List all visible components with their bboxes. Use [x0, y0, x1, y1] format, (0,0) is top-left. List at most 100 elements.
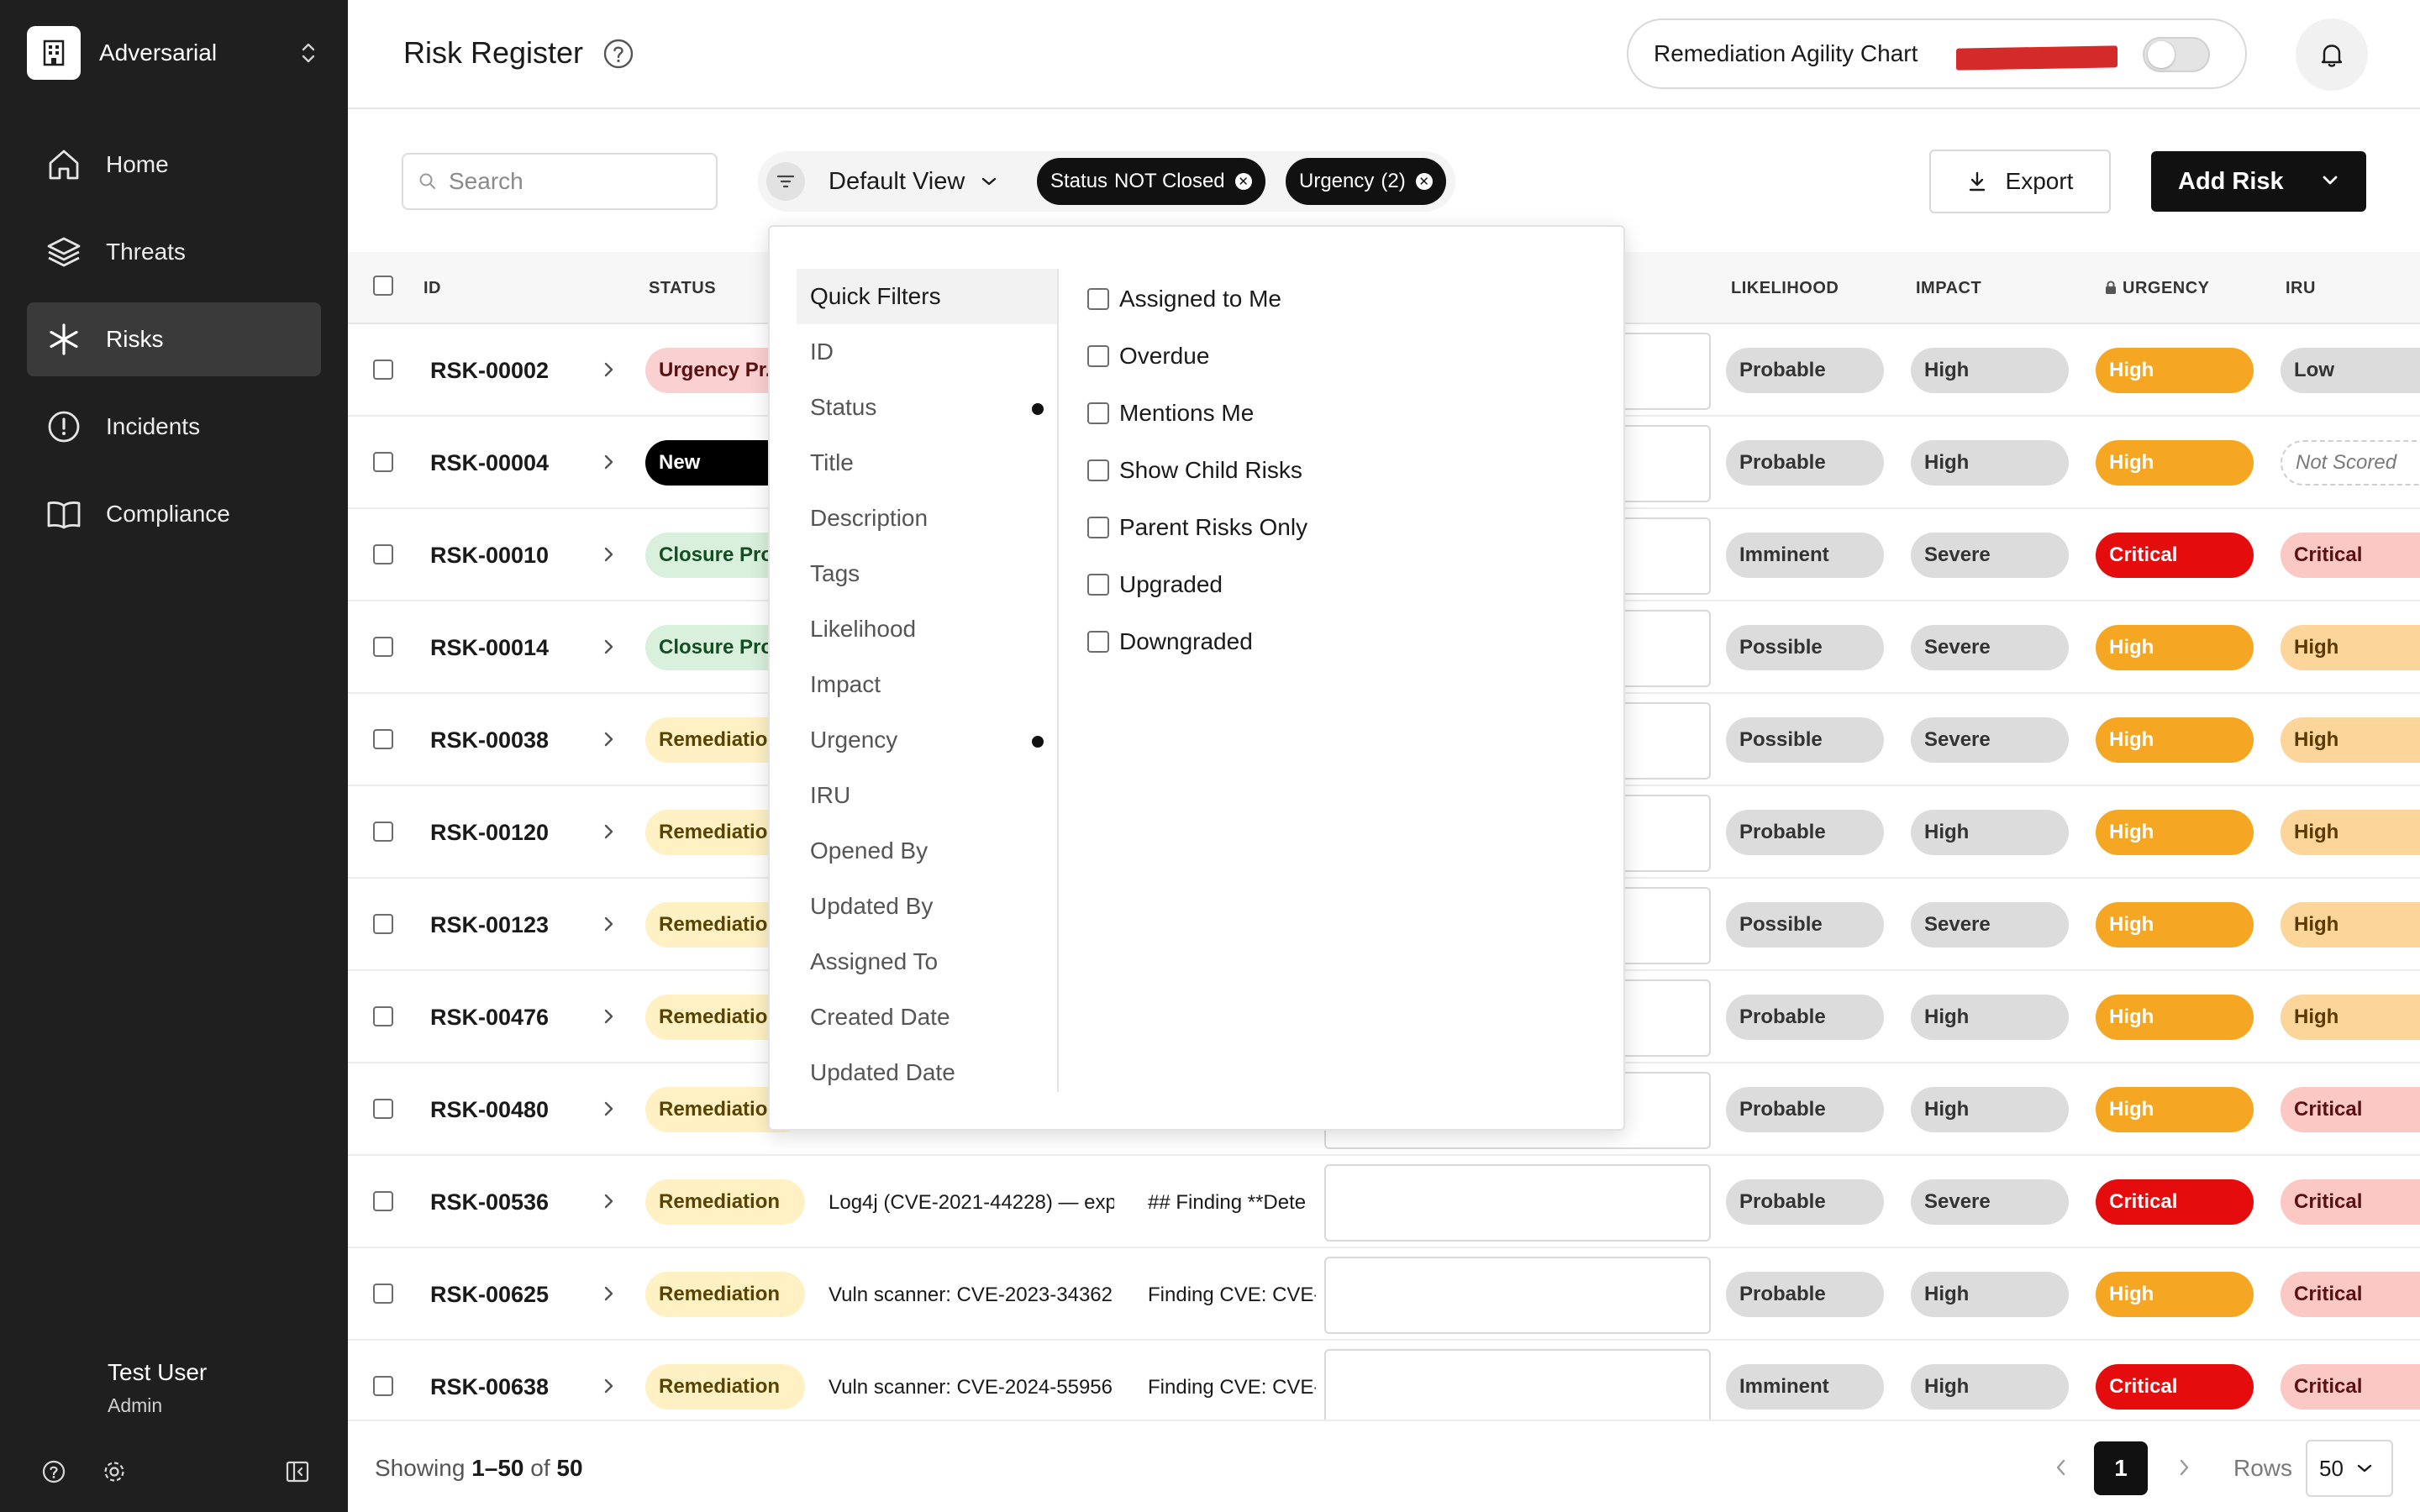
row-checkbox[interactable] [373, 822, 393, 842]
search-box[interactable] [402, 153, 718, 210]
table-row[interactable]: RSK-00536 Remediation Log4j (CVE-2021-4422… [348, 1156, 2420, 1248]
add-risk-button[interactable]: Add Risk [2151, 151, 2366, 212]
filter-chip-status[interactable]: Status NOT Closed ✕ [1037, 158, 1265, 205]
risk-id[interactable]: RSK-00638 [430, 1374, 549, 1400]
filter-category-urgency[interactable]: Urgency [797, 712, 1057, 768]
row-checkbox[interactable] [373, 1376, 393, 1396]
chevron-down-icon[interactable] [2319, 170, 2341, 192]
column-header-id[interactable]: ID [424, 279, 441, 298]
risk-id[interactable]: RSK-00014 [430, 635, 549, 661]
risk-title[interactable]: Log4j (CVE-2021-44228) — expl [829, 1191, 1114, 1215]
row-input-cell[interactable] [1324, 1164, 1711, 1242]
risk-id[interactable]: RSK-00038 [430, 727, 549, 753]
filter-category-tags[interactable]: Tags [797, 546, 1057, 601]
user-profile[interactable]: Test User Admin [108, 1359, 207, 1417]
filter-category-assigned-to[interactable]: Assigned To [797, 934, 1057, 990]
quick-filter-mentions-me[interactable]: Mentions Me [1087, 385, 1307, 442]
checkbox[interactable] [1087, 345, 1109, 367]
column-header-status[interactable]: STATUS [649, 279, 716, 298]
column-header-impact[interactable]: IMPACT [1916, 279, 1981, 298]
help-circle-icon[interactable] [37, 1455, 71, 1488]
filter-category-quick-filters[interactable]: Quick Filters [797, 269, 1057, 324]
filter-category-iru[interactable]: IRU [797, 768, 1057, 823]
filter-category-updated-by[interactable]: Updated By [797, 879, 1057, 934]
sidebar-item-threats[interactable]: Threats [27, 215, 321, 289]
filter-category-impact[interactable]: Impact [797, 657, 1057, 712]
gear-icon[interactable] [97, 1455, 131, 1488]
quick-filter-overdue[interactable]: Overdue [1087, 328, 1307, 385]
page-button-current[interactable]: 1 [2094, 1441, 2148, 1495]
row-checkbox[interactable] [373, 729, 393, 749]
filter-category-status[interactable]: Status [797, 380, 1057, 435]
close-icon[interactable]: ✕ [1234, 173, 1252, 190]
chevron-right-icon[interactable] [600, 912, 617, 940]
select-all-checkbox[interactable] [373, 276, 393, 296]
quick-filter-assigned-to-me[interactable]: Assigned to Me [1087, 270, 1307, 328]
chevron-right-icon[interactable] [2173, 1453, 2195, 1486]
filter-category-title[interactable]: Title [797, 435, 1057, 491]
filter-category-updated-date[interactable]: Updated Date [797, 1045, 1057, 1100]
risk-id[interactable]: RSK-00123 [430, 912, 549, 938]
risk-id[interactable]: RSK-00625 [430, 1282, 549, 1308]
risk-id[interactable]: RSK-00002 [430, 358, 549, 384]
filter-category-opened-by[interactable]: Opened By [797, 823, 1057, 879]
chevron-right-icon[interactable] [600, 1282, 617, 1310]
notifications-button[interactable] [2296, 18, 2368, 91]
export-button[interactable]: Export [1929, 150, 2111, 213]
risk-title[interactable]: Vuln scanner: CVE-2023-34362 [829, 1284, 1114, 1307]
chevron-right-icon[interactable] [600, 358, 617, 386]
sidebar-item-home[interactable]: Home [27, 128, 321, 202]
chevron-right-icon[interactable] [600, 1005, 617, 1032]
risk-id[interactable]: RSK-00536 [430, 1189, 549, 1215]
chevron-right-icon[interactable] [600, 543, 617, 570]
row-checkbox[interactable] [373, 637, 393, 657]
risk-id[interactable]: RSK-00476 [430, 1005, 549, 1031]
checkbox[interactable] [1087, 574, 1109, 596]
checkbox[interactable] [1087, 459, 1109, 481]
row-checkbox[interactable] [373, 1191, 393, 1211]
quick-filter-downgraded[interactable]: Downgraded [1087, 613, 1307, 670]
filter-category-description[interactable]: Description [797, 491, 1057, 546]
chevron-right-icon[interactable] [600, 1189, 617, 1217]
row-checkbox[interactable] [373, 914, 393, 934]
search-input[interactable] [449, 168, 701, 195]
rows-per-page-select[interactable]: 50 [2306, 1440, 2393, 1497]
sidebar-item-incidents[interactable]: Incidents [27, 390, 321, 464]
sidebar-item-risks[interactable]: Risks [27, 302, 321, 376]
risk-title[interactable]: Vuln scanner: CVE-2024-55956 [829, 1376, 1114, 1399]
risk-id[interactable]: RSK-00004 [430, 450, 549, 476]
checkbox[interactable] [1087, 517, 1109, 538]
filter-category-likelihood[interactable]: Likelihood [797, 601, 1057, 657]
chevron-left-icon[interactable] [2050, 1453, 2072, 1486]
row-input-cell[interactable] [1324, 1257, 1711, 1334]
risk-id[interactable]: RSK-00010 [430, 543, 549, 569]
chevron-right-icon[interactable] [600, 727, 617, 755]
chevron-right-icon[interactable] [600, 450, 617, 478]
remediation-chart-toggle[interactable]: Remediation Agility Chart [1627, 18, 2247, 89]
row-checkbox[interactable] [373, 452, 393, 472]
collapse-sidebar-icon[interactable] [281, 1455, 314, 1488]
view-selector[interactable]: Default View [766, 158, 998, 205]
row-checkbox[interactable] [373, 1099, 393, 1119]
checkbox[interactable] [1087, 631, 1109, 653]
table-row[interactable]: RSK-00625 Remediation Vuln scanner: CVE-20… [348, 1248, 2420, 1341]
filter-chip-urgency[interactable]: Urgency (2) ✕ [1286, 158, 1446, 205]
sidebar-item-compliance[interactable]: Compliance [27, 477, 321, 551]
close-icon[interactable]: ✕ [1415, 173, 1433, 190]
workspace-switcher[interactable]: Adversarial [27, 26, 321, 80]
chevron-right-icon[interactable] [600, 820, 617, 848]
column-header-urgency[interactable]: URGENCY [2104, 279, 2210, 298]
chevron-right-icon[interactable] [600, 1374, 617, 1402]
quick-filter-upgraded[interactable]: Upgraded [1087, 556, 1307, 613]
row-checkbox[interactable] [373, 1006, 393, 1026]
filter-category-id[interactable]: ID [797, 324, 1057, 380]
column-header-iru[interactable]: IRU [2286, 279, 2316, 298]
row-input-cell[interactable] [1324, 1349, 1711, 1426]
toggle-switch[interactable] [2143, 37, 2210, 72]
row-checkbox[interactable] [373, 544, 393, 564]
quick-filter-show-child-risks[interactable]: Show Child Risks [1087, 442, 1307, 499]
quick-filter-parent-risks-only[interactable]: Parent Risks Only [1087, 499, 1307, 556]
row-checkbox[interactable] [373, 1284, 393, 1304]
chevron-right-icon[interactable] [600, 635, 617, 663]
risk-id[interactable]: RSK-00480 [430, 1097, 549, 1123]
